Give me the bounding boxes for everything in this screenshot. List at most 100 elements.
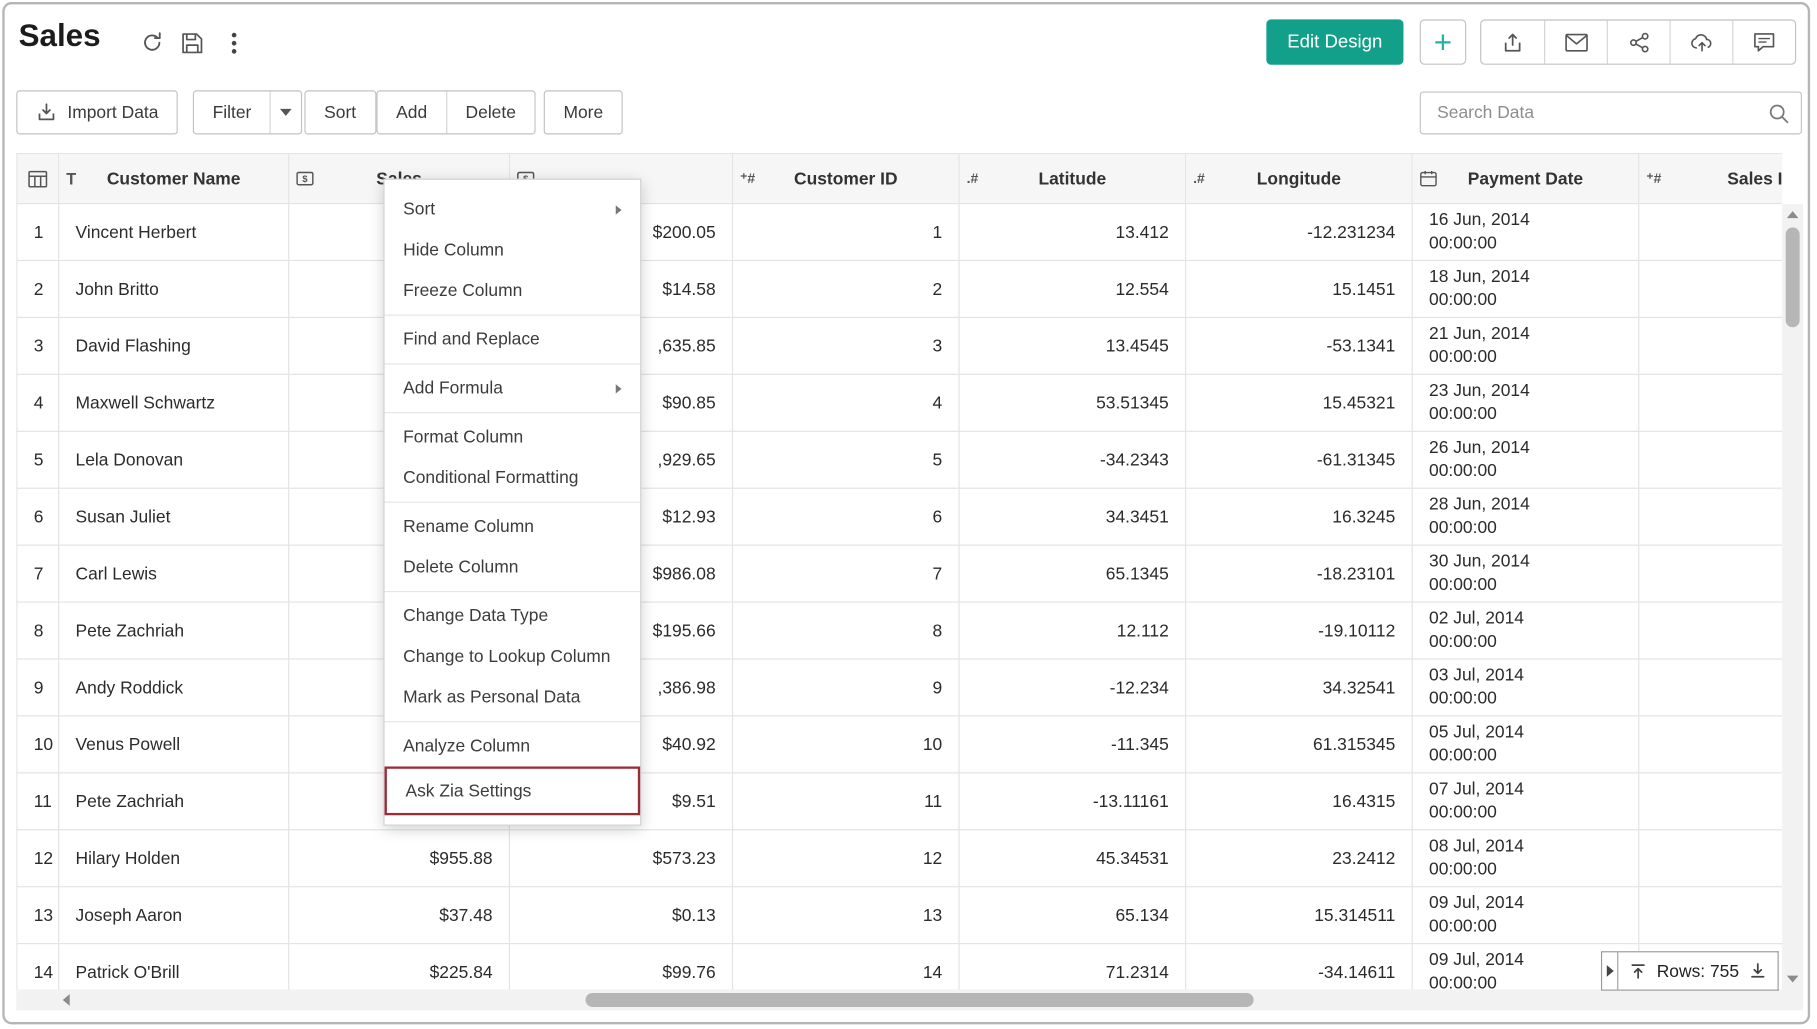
cell-payment-date[interactable]: 23 Jun, 201400:00:00 xyxy=(1412,374,1639,431)
cell-longitude[interactable]: -53.1341 xyxy=(1186,317,1413,374)
menu-item-find-and-replace[interactable]: Find and Replace xyxy=(385,319,641,360)
cell-longitude[interactable]: 34.32541 xyxy=(1186,659,1413,716)
cell-customer-id[interactable]: 11 xyxy=(733,773,960,830)
cell-customer-name[interactable]: Hilary Holden xyxy=(59,830,289,887)
column-header-payment-date[interactable]: Payment Date xyxy=(1412,154,1639,204)
cell-sales-last[interactable] xyxy=(1639,602,1782,659)
menu-item-analyze-column[interactable]: Analyze Column xyxy=(385,726,641,767)
cell-customer-id[interactable]: 10 xyxy=(733,716,960,773)
row-number[interactable]: 4 xyxy=(17,374,59,431)
cell-customer-id[interactable]: 13 xyxy=(733,887,960,944)
cell-customer-name[interactable]: Joseph Aaron xyxy=(59,887,289,944)
cell-sales-last[interactable] xyxy=(1639,488,1782,545)
row-number[interactable]: 8 xyxy=(17,602,59,659)
save-button[interactable] xyxy=(177,28,207,58)
column-header-sales-last[interactable]: ⁺# Sales I xyxy=(1639,154,1782,204)
cell-longitude[interactable]: -12.231234 xyxy=(1186,204,1413,261)
row-number[interactable]: 7 xyxy=(17,545,59,602)
cell-customer-name[interactable]: Susan Juliet xyxy=(59,488,289,545)
cell-payment-date[interactable]: 18 Jun, 201400:00:00 xyxy=(1412,261,1639,318)
cell-customer-id[interactable]: 14 xyxy=(733,944,960,990)
export-button[interactable] xyxy=(1481,21,1544,64)
cell-customer-name[interactable]: Carl Lewis xyxy=(59,545,289,602)
cell-customer-name[interactable]: Andy Roddick xyxy=(59,659,289,716)
menu-item-mark-as-personal-data[interactable]: Mark as Personal Data xyxy=(385,677,641,718)
cell-sales-selected[interactable]: $37.48 xyxy=(289,887,510,944)
cell-latitude[interactable]: 12.554 xyxy=(959,261,1186,318)
menu-item-sort[interactable]: Sort xyxy=(385,189,641,230)
cell-payment-date[interactable]: 16 Jun, 201400:00:00 xyxy=(1412,204,1639,261)
cell-sales-last[interactable] xyxy=(1639,659,1782,716)
cell-longitude[interactable]: 16.3245 xyxy=(1186,488,1413,545)
cell-sales-last[interactable] xyxy=(1639,431,1782,488)
menu-item-hide-column[interactable]: Hide Column xyxy=(385,230,641,271)
cell-sales-last[interactable] xyxy=(1639,545,1782,602)
menu-item-add-formula[interactable]: Add Formula xyxy=(385,368,641,409)
cell-latitude[interactable]: 71.2314 xyxy=(959,944,1186,990)
cell-latitude[interactable]: 53.51345 xyxy=(959,374,1186,431)
column-header-customer-name[interactable]: T Customer Name xyxy=(59,154,289,204)
select-all-corner[interactable] xyxy=(17,154,59,204)
cell-customer-name[interactable]: Patrick O'Brill xyxy=(59,944,289,990)
cell-payment-date[interactable]: 09 Jul, 201400:00:00 xyxy=(1412,887,1639,944)
cell-customer-name[interactable]: John Britto xyxy=(59,261,289,318)
add-view-button[interactable]: + xyxy=(1420,19,1466,64)
cell-longitude[interactable]: 23.2412 xyxy=(1186,830,1413,887)
cell-customer-name[interactable]: Lela Donovan xyxy=(59,431,289,488)
cell-latitude[interactable]: -13.11161 xyxy=(959,773,1186,830)
cell-sales-last[interactable] xyxy=(1639,773,1782,830)
cell-hidden-currency[interactable]: $0.13 xyxy=(509,887,732,944)
cell-latitude[interactable]: 45.34531 xyxy=(959,830,1186,887)
column-header-customer-id[interactable]: ⁺# Customer ID xyxy=(733,154,960,204)
menu-item-format-column[interactable]: Format Column xyxy=(385,417,641,458)
cell-payment-date[interactable]: 28 Jun, 201400:00:00 xyxy=(1412,488,1639,545)
cell-sales-last[interactable] xyxy=(1639,317,1782,374)
column-header-latitude[interactable]: .# Latitude xyxy=(959,154,1186,204)
import-data-button[interactable]: Import Data xyxy=(16,90,178,134)
cell-longitude[interactable]: 15.1451 xyxy=(1186,261,1413,318)
cell-customer-id[interactable]: 5 xyxy=(733,431,960,488)
vertical-scrollbar-thumb[interactable] xyxy=(1786,227,1800,327)
cell-latitude[interactable]: -11.345 xyxy=(959,716,1186,773)
row-number[interactable]: 11 xyxy=(17,773,59,830)
row-number[interactable]: 6 xyxy=(17,488,59,545)
publish-button[interactable] xyxy=(1670,21,1733,64)
cell-sales-last[interactable] xyxy=(1639,261,1782,318)
menu-item-change-data-type[interactable]: Change Data Type xyxy=(385,596,641,637)
row-number[interactable]: 3 xyxy=(17,317,59,374)
cell-longitude[interactable]: -61.31345 xyxy=(1186,431,1413,488)
menu-item-ask-zia-settings[interactable]: Ask Zia Settings xyxy=(387,769,638,813)
cell-longitude[interactable]: -18.23101 xyxy=(1186,545,1413,602)
row-number[interactable]: 2 xyxy=(17,261,59,318)
row-number[interactable]: 13 xyxy=(17,887,59,944)
menu-item-freeze-column[interactable]: Freeze Column xyxy=(385,270,641,311)
cell-customer-name[interactable]: Pete Zachriah xyxy=(59,602,289,659)
cell-payment-date[interactable]: 07 Jul, 201400:00:00 xyxy=(1412,773,1639,830)
row-number[interactable]: 9 xyxy=(17,659,59,716)
cell-latitude[interactable]: 13.412 xyxy=(959,204,1186,261)
cell-payment-date[interactable]: 05 Jul, 201400:00:00 xyxy=(1412,716,1639,773)
share-button[interactable] xyxy=(1607,21,1670,64)
cell-customer-name[interactable]: David Flashing xyxy=(59,317,289,374)
filter-button[interactable]: Filter xyxy=(194,91,270,133)
scroll-up-arrow[interactable] xyxy=(1787,211,1799,218)
sort-button[interactable]: Sort xyxy=(304,90,375,134)
cell-sales-last[interactable] xyxy=(1639,374,1782,431)
cell-hidden-currency[interactable]: $99.76 xyxy=(509,944,732,990)
add-button[interactable]: Add xyxy=(378,91,446,133)
cell-customer-id[interactable]: 8 xyxy=(733,602,960,659)
row-number[interactable]: 12 xyxy=(17,830,59,887)
row-number[interactable]: 5 xyxy=(17,431,59,488)
cell-payment-date[interactable]: 03 Jul, 201400:00:00 xyxy=(1412,659,1639,716)
menu-item-conditional-formatting[interactable]: Conditional Formatting xyxy=(385,457,641,498)
edit-design-button[interactable]: Edit Design xyxy=(1266,19,1403,64)
cell-longitude[interactable]: 16.4315 xyxy=(1186,773,1413,830)
cell-customer-id[interactable]: 6 xyxy=(733,488,960,545)
cell-customer-id[interactable]: 3 xyxy=(733,317,960,374)
cell-longitude[interactable]: -34.14611 xyxy=(1186,944,1413,990)
scroll-left-arrow[interactable] xyxy=(63,994,70,1006)
cell-latitude[interactable]: -34.2343 xyxy=(959,431,1186,488)
scroll-to-bottom-button[interactable] xyxy=(1750,963,1766,979)
cell-payment-date[interactable]: 21 Jun, 201400:00:00 xyxy=(1412,317,1639,374)
filter-dropdown-button[interactable] xyxy=(270,91,301,133)
